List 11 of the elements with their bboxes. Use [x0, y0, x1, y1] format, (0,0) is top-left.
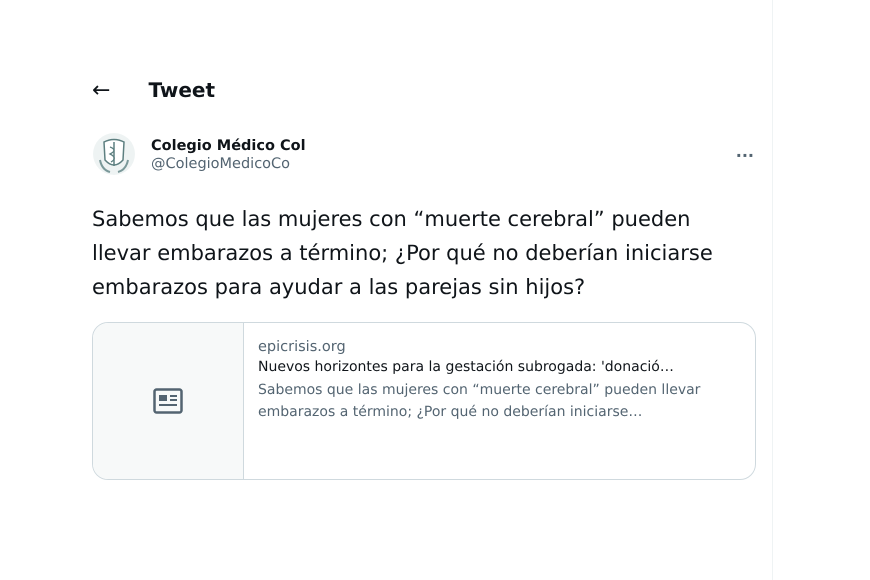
page-title: Tweet — [148, 78, 216, 102]
link-card[interactable]: epicrisis.org Nuevos horizontes para la gestación subrogada: 'donació… Sabemos que las mujeres con “muerte cerebral” pueden llevar embarazos a término; ¿Por qué no deberían iniciarse… — [92, 322, 756, 480]
card-title: Nuevos horizontes para la gestación subrogada: 'donació… — [258, 359, 675, 375]
more-button[interactable]: ··· — [736, 146, 754, 164]
tweet-text: Sabemos que las mujeres con “muerte cerebral” pueden llevar embarazos a término; ¿Por qué no deberían iniciarse embarazos para ayudar a las parejas sin hijos? — [92, 206, 714, 301]
author-name[interactable]: Colegio Médico Col — [151, 138, 736, 154]
back-button[interactable]: ← — [92, 78, 110, 102]
author-handle[interactable]: @ColegioMedicoCo — [151, 156, 736, 172]
card-domain: epicrisis.org — [258, 339, 347, 355]
card-description: Sabemos que las mujeres con “muerte cerebral” pueden llevar embarazos a término; ¿Por qué no deberían iniciarse… — [258, 381, 702, 422]
article-icon — [153, 388, 183, 414]
